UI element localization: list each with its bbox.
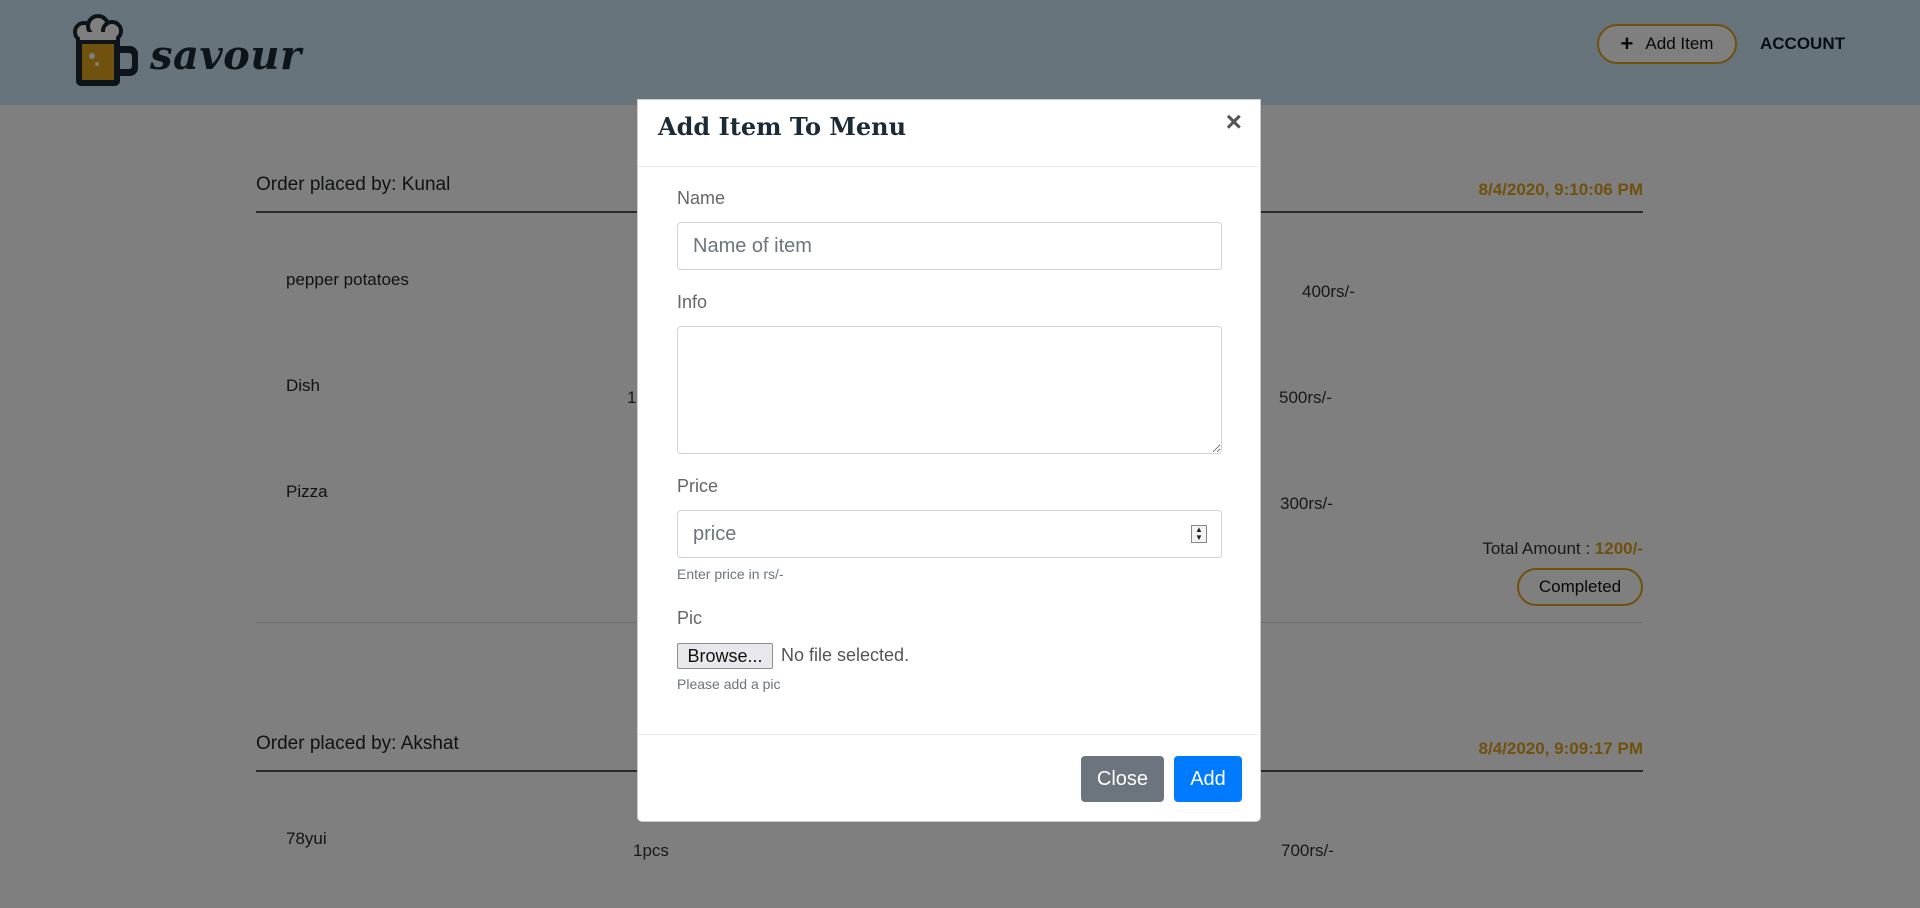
add-item-modal: Add Item To Menu × Name Info Price ▲▼ En… [637,99,1261,822]
price-input[interactable] [677,510,1222,558]
info-textarea[interactable] [677,326,1222,454]
modal-header: Add Item To Menu × [638,100,1260,167]
add-button[interactable]: Add [1174,756,1242,802]
pic-help-text: Please add a pic [677,676,781,692]
price-help-text: Enter price in rs/- [677,566,784,582]
close-button[interactable]: Close [1081,756,1164,802]
info-label: Info [677,292,708,312]
file-status: No file selected. [781,645,910,665]
browse-button[interactable]: Browse... [677,643,773,669]
number-spinner[interactable]: ▲ ▼ [1191,525,1207,543]
price-label: Price [677,476,719,496]
name-input[interactable] [677,222,1222,270]
price-field: ▲▼ [677,510,1222,558]
name-label: Name [677,188,726,208]
modal-footer: Close Add [638,734,1260,823]
modal-title: Add Item To Menu [658,112,907,141]
pic-label: Pic [677,608,703,628]
close-icon[interactable]: × [1226,108,1242,136]
